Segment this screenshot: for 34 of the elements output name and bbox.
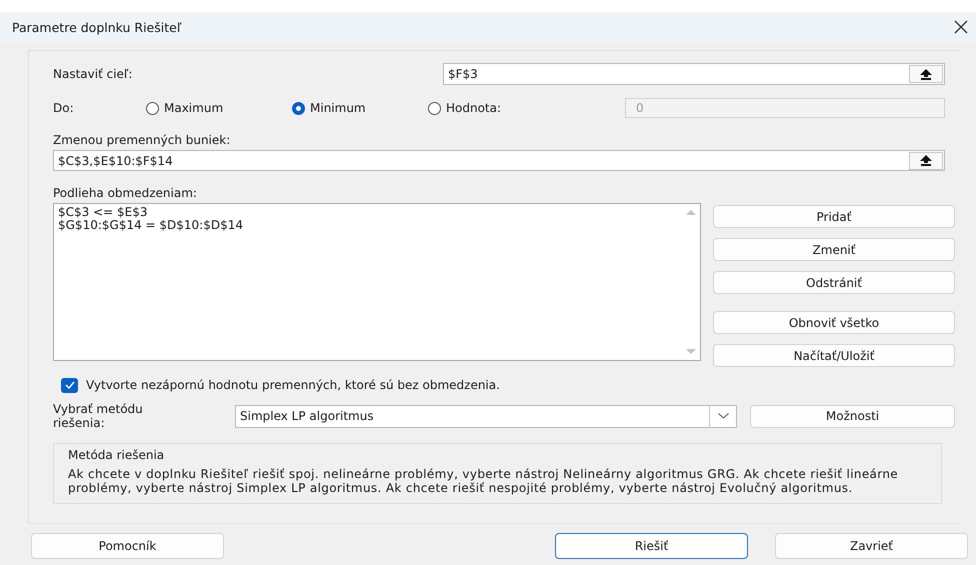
window-title: Parametre doplnku Riešiteľ (12, 20, 182, 34)
constraints-list[interactable]: $C$3 <= $E$3 $G$10:$G$14 = $D$10:$D$14 (53, 203, 701, 361)
dialog-button[interactable]: Pomocník (31, 533, 224, 559)
radio-option[interactable]: Hodnota: (428, 101, 625, 115)
close-icon (954, 20, 968, 34)
dialog-button[interactable]: Zavrieť (775, 533, 968, 559)
checkbox-option[interactable]: Vytvorte nezápornú hodnotu premenných, ktoré sú bez obmedzenia. (61, 376, 960, 394)
radio-option[interactable]: Minimum (292, 101, 428, 115)
cells-field[interactable]: $C$3,$E$10:$F$14 (53, 150, 945, 171)
upload-arrow-icon (920, 155, 932, 166)
options-button[interactable]: Možnosti (750, 404, 955, 428)
side-button[interactable]: Načítať/Uložiť (713, 344, 955, 367)
description-text: Ak chcete v doplnku Riešiteľ riešiť spoj. nelineárne problémy, vyberte nástroj Nelineárny algoritmus GRG. Ak chcete riešiť lineárne problémy, vyberte nástroj Simplex LP algoritmus. Ak chcete riešiť nespojité problémy, vyberte nástroj Evolučný algoritmus. (68, 467, 900, 495)
field-label: Zmenou premenných buniek: (53, 133, 232, 147)
collapse-button[interactable] (909, 65, 943, 83)
chevron-down-icon[interactable] (718, 413, 728, 419)
dialog-button[interactable]: Riešiť (555, 533, 748, 559)
radio-option[interactable]: Maximum (146, 101, 292, 115)
group-title: Metóda riešenia (68, 448, 166, 462)
upload-arrow-icon (920, 68, 932, 80)
side-button[interactable]: Zmeniť (713, 238, 955, 261)
objective-field[interactable]: $F$3 (443, 63, 945, 85)
list-item[interactable]: $G$10:$G$14 = $D$10:$D$14 (58, 219, 244, 232)
method-dropdown[interactable]: Simplex LP algoritmus (235, 404, 737, 428)
collapse-button[interactable] (909, 152, 943, 170)
list-item[interactable]: $C$3 <= $E$3 (58, 206, 244, 219)
side-button[interactable]: Pridať (713, 205, 955, 228)
side-button[interactable]: Obnoviť všetko (713, 311, 955, 334)
side-button[interactable]: Odstrániť (713, 271, 955, 294)
field-label: Do: (53, 101, 75, 115)
field-label: Vybrať metódu riešenia: (53, 402, 144, 430)
field-label: Nastaviť cieľ: (53, 67, 134, 81)
field-label: Podlieha obmedzeniam: (53, 186, 198, 200)
checkmark-icon (64, 381, 74, 389)
